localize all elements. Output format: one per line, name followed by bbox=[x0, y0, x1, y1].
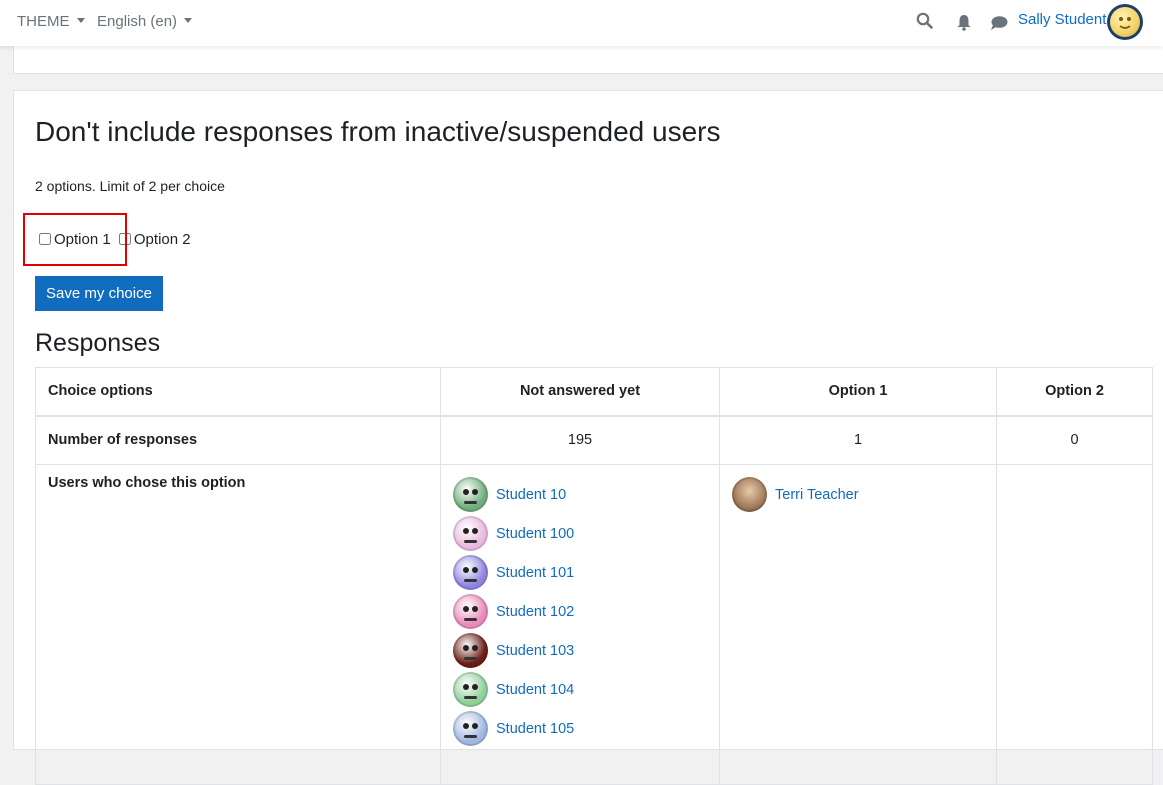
list-item: Student 100 bbox=[453, 514, 707, 553]
responses-heading: Responses bbox=[35, 329, 161, 357]
option-2-checkbox[interactable] bbox=[118, 233, 131, 245]
not-answered-users: Student 10 Student 100 Student 101 Student … bbox=[440, 464, 720, 785]
user-profile-link[interactable]: Terri Teacher bbox=[775, 487, 859, 503]
user-avatar-icon[interactable] bbox=[732, 477, 767, 512]
user-avatar-icon[interactable] bbox=[453, 672, 488, 707]
option-1-users: Terri Teacher bbox=[719, 464, 997, 785]
list-item: Student 10 bbox=[453, 475, 707, 514]
user-avatar-icon[interactable] bbox=[453, 516, 488, 551]
option-1-checkbox[interactable] bbox=[39, 233, 51, 245]
user-profile-link[interactable]: Student 102 bbox=[496, 604, 574, 620]
top-navbar: THEME English (en) Sally Student bbox=[0, 0, 1163, 46]
list-item: Student 101 bbox=[453, 553, 707, 592]
user-avatar-icon[interactable] bbox=[453, 594, 488, 629]
option-2-users bbox=[996, 464, 1153, 785]
search-icon[interactable] bbox=[916, 12, 933, 34]
user-avatar-icon[interactable] bbox=[453, 711, 488, 746]
bell-icon[interactable] bbox=[956, 14, 972, 36]
user-avatar-icon[interactable] bbox=[453, 555, 488, 590]
count-row-label: Number of responses bbox=[35, 415, 441, 465]
theme-dropdown-label: THEME bbox=[17, 13, 70, 30]
page-title: Don't include responses from inactive/su… bbox=[35, 116, 721, 147]
header-choice-options: Choice options bbox=[35, 367, 441, 417]
chat-bubble-icon[interactable] bbox=[990, 15, 1008, 36]
language-dropdown-label: English (en) bbox=[97, 13, 178, 30]
options-info: 2 options. Limit of 2 per choice bbox=[35, 178, 225, 194]
table-row: Users who chose this option Student 10 St… bbox=[35, 464, 1153, 785]
header-option-2: Option 2 bbox=[996, 367, 1153, 417]
user-profile-link[interactable]: Student 101 bbox=[496, 565, 574, 581]
caret-down-icon bbox=[76, 18, 85, 23]
list-item: Student 105 bbox=[453, 709, 707, 748]
user-avatar-icon[interactable] bbox=[453, 633, 488, 668]
caret-down-icon bbox=[184, 18, 193, 23]
table-row: Number of responses 195 1 0 bbox=[35, 415, 1153, 465]
list-item: Student 103 bbox=[453, 631, 707, 670]
user-profile-link[interactable]: Student 100 bbox=[496, 526, 574, 542]
theme-dropdown[interactable]: THEME bbox=[17, 13, 85, 30]
smiley-face-icon bbox=[1110, 7, 1140, 37]
option-1-label: Option 1 bbox=[54, 231, 111, 248]
user-avatar-icon[interactable] bbox=[453, 477, 488, 512]
language-dropdown[interactable]: English (en) bbox=[97, 13, 193, 30]
user-avatar[interactable] bbox=[1107, 4, 1143, 40]
user-profile-link[interactable]: Student 104 bbox=[496, 682, 574, 698]
users-row-label: Users who chose this option bbox=[35, 464, 441, 785]
responses-table: Choice options Not answered yet Option 1… bbox=[35, 367, 1153, 785]
user-profile-link[interactable]: Student 105 bbox=[496, 721, 574, 737]
header-not-answered: Not answered yet bbox=[440, 367, 720, 417]
choice-options: Option 1 Option 2 bbox=[37, 231, 193, 248]
save-choice-button[interactable]: Save my choice bbox=[35, 276, 163, 311]
choice-option-2[interactable]: Option 2 bbox=[117, 231, 191, 248]
option-2-label: Option 2 bbox=[133, 231, 191, 248]
choice-activity-card: Don't include responses from inactive/su… bbox=[13, 90, 1163, 785]
user-list: Terri Teacher bbox=[732, 475, 984, 514]
count-not-answered: 195 bbox=[440, 415, 720, 465]
user-profile-link[interactable]: Student 10 bbox=[496, 487, 566, 503]
list-item: Terri Teacher bbox=[732, 475, 984, 514]
user-menu-name[interactable]: Sally Student bbox=[1018, 11, 1106, 28]
choice-option-1[interactable]: Option 1 bbox=[37, 231, 111, 248]
count-option-2: 0 bbox=[996, 415, 1153, 465]
list-item: Student 102 bbox=[453, 592, 707, 631]
user-list: Student 10 Student 100 Student 101 Student … bbox=[453, 475, 707, 748]
list-item: Student 104 bbox=[453, 670, 707, 709]
user-profile-link[interactable]: Student 103 bbox=[496, 643, 574, 659]
header-option-1: Option 1 bbox=[719, 367, 997, 417]
table-header-row: Choice options Not answered yet Option 1… bbox=[35, 367, 1153, 417]
count-option-1: 1 bbox=[719, 415, 997, 465]
